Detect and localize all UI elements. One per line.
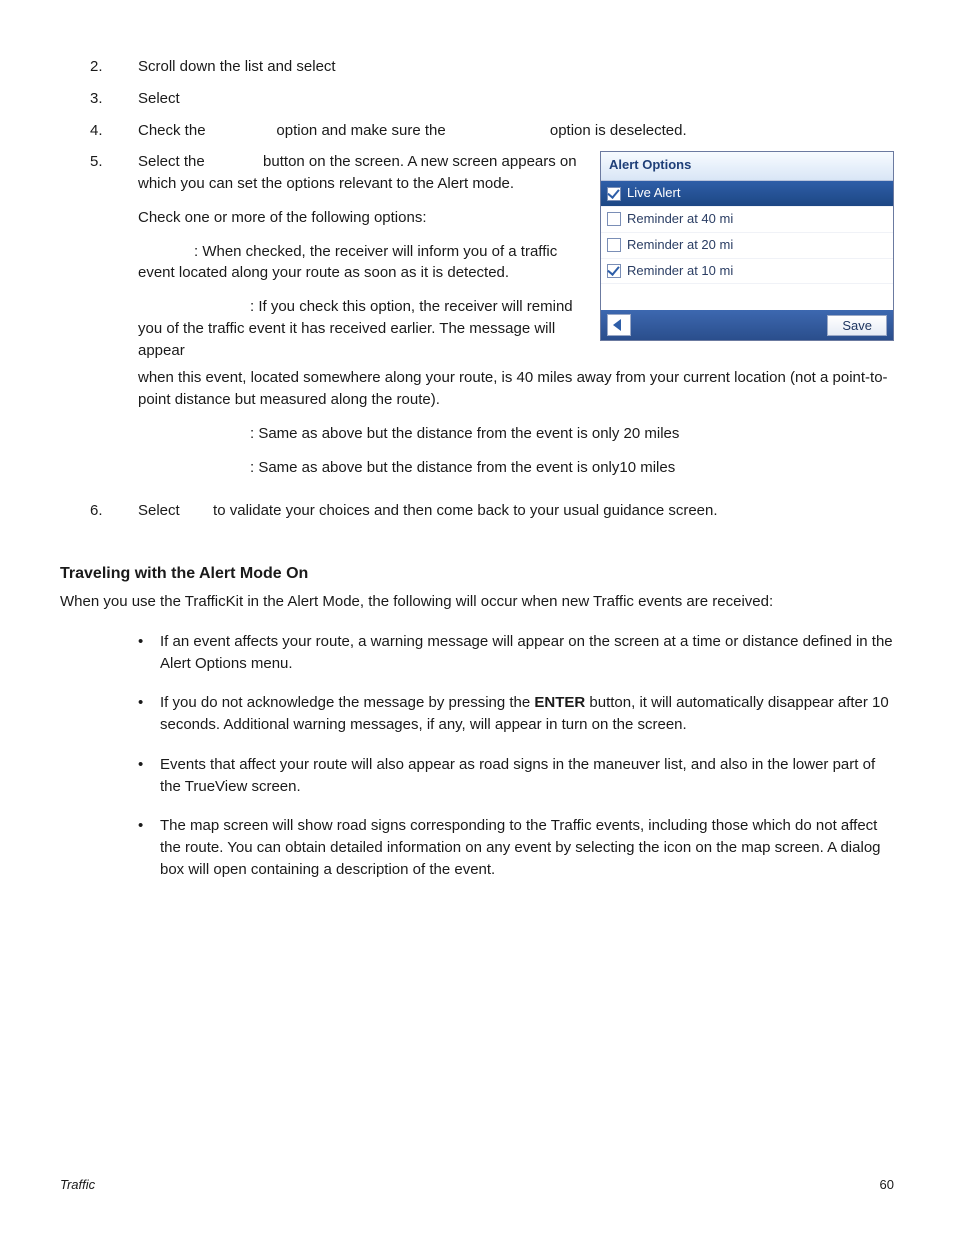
- option-reminder-20[interactable]: Reminder at 20 mi: [601, 233, 893, 259]
- step-number: 3.: [60, 88, 138, 110]
- panel-title: Alert Options: [601, 152, 893, 181]
- bullet-item: If an event affects your route, a warnin…: [138, 631, 894, 675]
- checkbox-icon[interactable]: [607, 212, 621, 226]
- paragraph: Select the button on the screen. A new s…: [138, 151, 582, 195]
- section-intro: When you use the TrafficKit in the Alert…: [60, 591, 894, 613]
- paragraph: Check one or more of the following optio…: [138, 207, 582, 229]
- step-3: 3. Select: [60, 88, 894, 110]
- segment: If you do not acknowledge the message by…: [160, 694, 534, 711]
- section-heading: Traveling with the Alert Mode On: [60, 562, 894, 585]
- segment: option is deselected.: [550, 122, 687, 139]
- segment: : If you check this option, the receiver…: [138, 298, 573, 359]
- option-label: Reminder at 10 mi: [627, 262, 733, 281]
- bullet-list: If an event affects your route, a warnin…: [60, 631, 894, 881]
- page-footer: Traffic 60: [60, 1176, 894, 1195]
- segment: Select: [138, 502, 180, 519]
- step-text: Select to validate your choices and then…: [138, 500, 894, 522]
- paragraph: : If you check this option, the receiver…: [138, 296, 582, 361]
- step-body: Select the button on the screen. A new s…: [138, 151, 894, 490]
- step-text: Check the option and make sure the optio…: [138, 120, 894, 142]
- option-label: Live Alert: [627, 184, 680, 203]
- option-live-alert[interactable]: Live Alert: [601, 181, 893, 207]
- step-number: 4.: [60, 120, 138, 142]
- save-button[interactable]: Save: [827, 315, 887, 336]
- segment: : When checked, the receiver will inform…: [138, 243, 557, 282]
- step5-columns: Select the button on the screen. A new s…: [138, 151, 894, 367]
- step-4: 4. Check the option and make sure the op…: [60, 120, 894, 142]
- enter-keyword: ENTER: [534, 694, 585, 711]
- page: 2. Scroll down the list and select 3. Se…: [0, 0, 954, 1235]
- checkbox-icon[interactable]: [607, 264, 621, 278]
- checkbox-icon[interactable]: [607, 187, 621, 201]
- segment: Check the: [138, 122, 206, 139]
- footer-section: Traffic: [60, 1176, 95, 1195]
- paragraph: : When checked, the receiver will inform…: [138, 241, 582, 285]
- alert-options-panel: Alert Options Live Alert Reminder at 40 …: [600, 151, 894, 341]
- panel-footer: Save: [601, 310, 893, 340]
- step-6: 6. Select to validate your choices and t…: [60, 500, 894, 522]
- paragraph: when this event, located somewhere along…: [138, 367, 894, 411]
- bullet-item: If you do not acknowledge the message by…: [138, 692, 894, 736]
- bullet-item: The map screen will show road signs corr…: [138, 815, 894, 880]
- step-text: Scroll down the list and select: [138, 56, 894, 78]
- alert-options-list: Live Alert Reminder at 40 mi Reminder at…: [601, 181, 893, 310]
- option-reminder-10[interactable]: Reminder at 10 mi: [601, 259, 893, 285]
- spacer: [601, 284, 893, 310]
- bullet-item: Events that affect your route will also …: [138, 754, 894, 798]
- option-label: Reminder at 40 mi: [627, 210, 733, 229]
- back-button[interactable]: [607, 314, 631, 336]
- paragraph: : Same as above but the distance from th…: [138, 423, 894, 445]
- step-text: Select: [138, 88, 894, 110]
- footer-page-number: 60: [880, 1176, 894, 1195]
- step-2: 2. Scroll down the list and select: [60, 56, 894, 78]
- step-number: 6.: [60, 500, 138, 522]
- step-number: 2.: [60, 56, 138, 78]
- segment: option and make sure the: [276, 122, 445, 139]
- step5-left: Select the button on the screen. A new s…: [138, 151, 582, 367]
- step-number: 5.: [60, 151, 138, 173]
- option-reminder-40[interactable]: Reminder at 40 mi: [601, 207, 893, 233]
- paragraph: : Same as above but the distance from th…: [138, 457, 894, 479]
- step-5: 5. Select the button on the screen. A ne…: [60, 151, 894, 490]
- numbered-steps: 2. Scroll down the list and select 3. Se…: [60, 56, 894, 522]
- segment: to validate your choices and then come b…: [213, 502, 717, 519]
- checkbox-icon[interactable]: [607, 238, 621, 252]
- option-label: Reminder at 20 mi: [627, 236, 733, 255]
